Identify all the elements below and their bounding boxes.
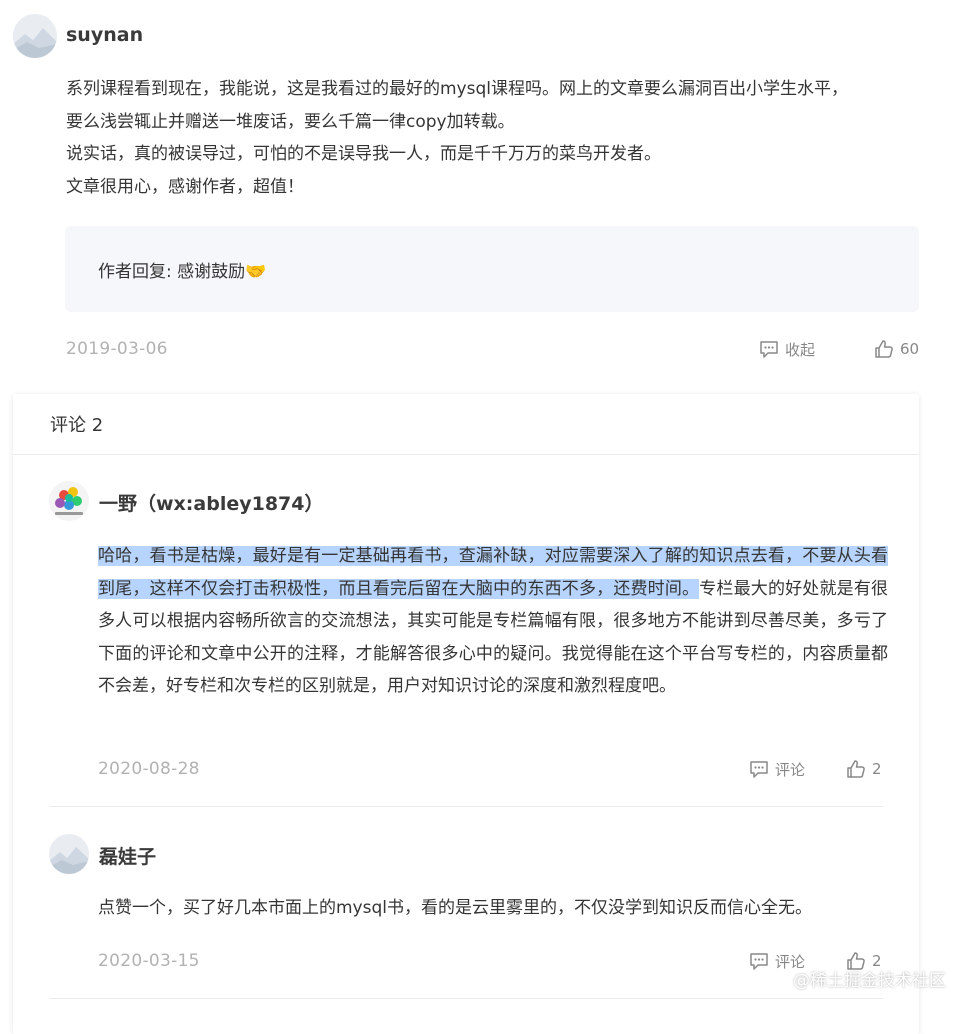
comment-text: 点赞一个，买了好几本市面上的mysql书，看的是云里雾里的，不仅没学到知识反而信… xyxy=(98,898,812,918)
comment-icon xyxy=(760,341,778,358)
comment-text: 哈哈，看书是枯燥，最好是有一定基础再看书，查漏补缺，对应需要深入了解的知识点去看… xyxy=(98,540,888,703)
thumbs-up-icon xyxy=(847,760,865,778)
author-reply-box: 作者回复: 感谢鼓励🤝 xyxy=(65,226,919,312)
reply-button[interactable]: 评论 xyxy=(748,758,805,780)
collapse-label: 收起 xyxy=(785,340,816,359)
comment-username[interactable]: 磊娃子 xyxy=(99,842,156,869)
author-reply-text: 作者回复: 感谢鼓励🤝 xyxy=(98,262,267,282)
like-count: 2 xyxy=(872,760,882,778)
comment-divider xyxy=(49,998,883,999)
colorful-logo-avatar-icon xyxy=(49,481,89,521)
landscape-avatar-icon xyxy=(13,14,57,58)
reply-label: 评论 xyxy=(775,760,806,779)
post-content-line: 要么浅尝辄止并赠送一堆废话，要么千篇一律copy加转载。 xyxy=(66,111,515,132)
watermark: @稀土掘金技术社区 xyxy=(793,971,946,991)
post-username[interactable]: suynan xyxy=(66,24,143,46)
comments-header: 评论 2 xyxy=(13,394,919,455)
like-count: 60 xyxy=(900,340,920,358)
avatar[interactable] xyxy=(13,14,57,58)
post-content: 系列课程看到现在，我能说，这是我看过的最好的mysql课程吗。网上的文章要么漏洞… xyxy=(66,73,926,203)
comment-divider xyxy=(49,806,883,807)
like-button[interactable]: 60 xyxy=(873,338,919,360)
post-content-line: 系列课程看到现在，我能说，这是我看过的最好的mysql课程吗。网上的文章要么漏洞… xyxy=(66,79,848,99)
avatar[interactable] xyxy=(49,834,89,874)
post-date: 2019-03-06 xyxy=(66,339,168,359)
comments-panel: 评论 2 一野（wx:abley1874） 哈哈，看书是枯燥，最好是有一定基础再… xyxy=(13,394,919,1034)
comment-date: 2020-03-15 xyxy=(98,951,200,971)
landscape-avatar-icon xyxy=(49,834,89,874)
comment-icon xyxy=(750,953,768,970)
like-button[interactable]: 2 xyxy=(845,758,882,780)
comment-icon xyxy=(750,761,768,778)
thumbs-up-icon xyxy=(875,340,893,358)
post-content-line: 说实话，真的被误导过，可怕的不是误导我一人，而是千千万万的菜鸟开发者。 xyxy=(66,144,661,164)
comment-date: 2020-08-28 xyxy=(98,759,200,779)
post-content-line: 文章很用心，感谢作者，超值！ xyxy=(66,176,304,197)
avatar[interactable] xyxy=(49,481,89,521)
comment-username[interactable]: 一野（wx:abley1874） xyxy=(99,489,324,516)
collapse-button[interactable]: 收起 xyxy=(758,338,815,360)
